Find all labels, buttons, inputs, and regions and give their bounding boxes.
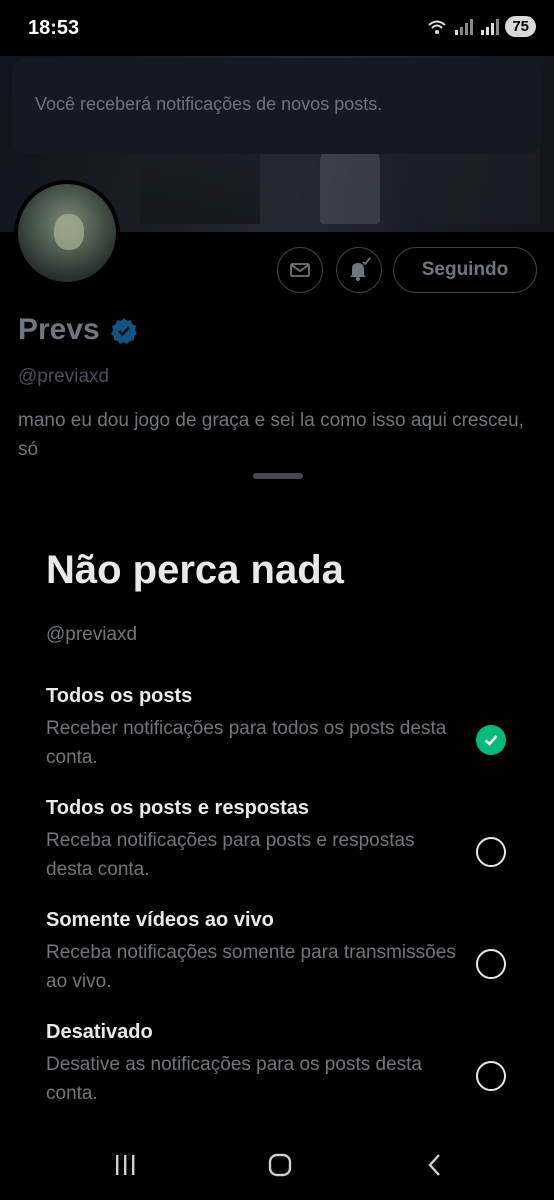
sheet-title: Não perca nada	[46, 548, 344, 592]
option-title: Todos os posts	[46, 685, 193, 707]
option-description: Receba notificações para posts e respost…	[46, 830, 415, 880]
option-title: Somente vídeos ao vivo	[46, 909, 274, 931]
message-button[interactable]	[277, 247, 323, 293]
verified-badge-icon	[111, 318, 137, 344]
option-all-posts[interactable]: Todos os posts Receber notificações para…	[46, 682, 526, 772]
avatar[interactable]	[14, 180, 120, 286]
bell-check-icon	[350, 257, 371, 281]
following-button[interactable]: Seguindo	[393, 247, 537, 293]
signal-icon-2	[481, 18, 500, 35]
notifications-button[interactable]	[336, 247, 382, 293]
toast-message: Você receberá notificações de novos post…	[35, 94, 383, 114]
option-description: Desative as notificações para os posts d…	[46, 1054, 422, 1104]
notification-toast: Você receberá notificações de novos post…	[12, 58, 542, 154]
profile-handle: @previaxd	[18, 366, 110, 387]
option-disabled[interactable]: Desativado Desative as notificações para…	[46, 1018, 526, 1108]
option-title: Todos os posts e respostas	[46, 797, 310, 819]
back-button[interactable]	[420, 1150, 450, 1180]
radio-unselected[interactable]	[476, 1061, 506, 1091]
recent-apps-icon	[116, 1155, 135, 1175]
battery-indicator: 75	[505, 16, 536, 37]
option-posts-and-replies[interactable]: Todos os posts e respostas Receba notifi…	[46, 794, 526, 884]
status-bar: 18:53 75	[0, 0, 554, 56]
profile-bio: mano eu dou jogo de graça e sei la como …	[18, 410, 524, 460]
envelope-icon	[290, 263, 310, 277]
sheet-handle: @previaxd	[46, 624, 138, 645]
sheet-drag-handle[interactable]	[253, 473, 303, 479]
recent-apps-button[interactable]	[110, 1150, 140, 1180]
back-icon	[428, 1154, 440, 1176]
home-icon	[268, 1153, 292, 1177]
option-description: Receba notificações somente para transmi…	[46, 942, 456, 992]
option-title: Desativado	[46, 1021, 153, 1043]
radio-selected[interactable]	[476, 725, 506, 755]
notification-settings-sheet: Não perca nada @previaxd Todos os posts …	[0, 458, 554, 1200]
option-description: Receber notificações para todos os posts…	[46, 718, 447, 768]
status-time: 18:53	[28, 17, 80, 39]
profile-name: Prevs	[18, 313, 100, 346]
checkmark-icon	[484, 735, 498, 746]
radio-unselected[interactable]	[476, 837, 506, 867]
home-button[interactable]	[265, 1150, 295, 1180]
option-live-videos[interactable]: Somente vídeos ao vivo Receba notificaçõ…	[46, 906, 526, 996]
radio-unselected[interactable]	[476, 949, 506, 979]
system-nav-bar	[0, 1128, 554, 1200]
wifi-icon	[428, 20, 446, 34]
signal-icon	[455, 18, 474, 35]
status-icons: 75	[427, 16, 536, 37]
